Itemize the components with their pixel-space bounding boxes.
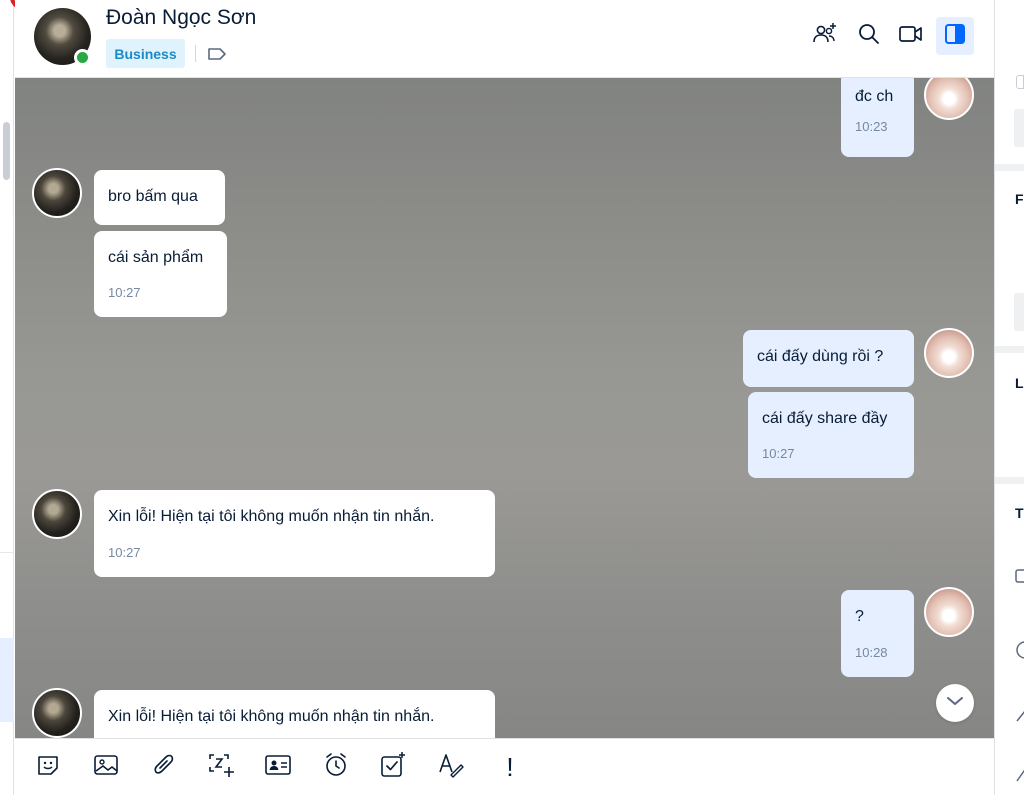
message-text: ?	[855, 608, 864, 625]
video-call-button[interactable]	[892, 17, 930, 55]
panel-item-icon[interactable]	[1015, 568, 1024, 589]
panel-item-icon[interactable]	[1015, 765, 1024, 790]
message-text: Xin lỗi! Hiện tại tôi không muốn nhận ti…	[108, 708, 435, 725]
panel-divider	[995, 477, 1024, 484]
panel-icon-placeholder[interactable]	[1016, 75, 1024, 89]
panel-button[interactable]	[1014, 109, 1024, 147]
message-list[interactable]: đc ch 10:23 bro bấm qua cái sản phẩm 10:…	[15, 78, 994, 738]
message-text: đc ch	[855, 88, 894, 105]
message-time: 10:27	[108, 285, 141, 300]
image-icon	[93, 752, 119, 783]
search-button[interactable]	[850, 17, 888, 55]
message-time: 10:27	[762, 446, 795, 461]
task-button[interactable]	[377, 751, 409, 783]
message-bubble-outgoing[interactable]: cái đấy dùng rồi ?	[743, 330, 914, 387]
contact-name[interactable]: Đoàn Ngọc Sơn	[106, 6, 256, 30]
message-bubble-incoming[interactable]: Xin lỗi! Hiện tại tôi không muốn nhận ti…	[94, 690, 495, 738]
text-format-icon	[437, 751, 465, 784]
add-to-group-button[interactable]	[806, 17, 844, 55]
contact-message-avatar[interactable]	[32, 168, 82, 218]
message-bubble-outgoing[interactable]: cái đấy share đầy 10:27	[748, 392, 914, 478]
message-text: cái đấy dùng rồi ?	[757, 348, 884, 365]
conversation-info-toggle-button[interactable]	[936, 17, 974, 55]
selected-conversation-highlight[interactable]	[0, 638, 14, 722]
text-format-button[interactable]	[435, 751, 467, 783]
contact-message-avatar[interactable]	[32, 489, 82, 539]
message-text: bro bấm qua	[108, 188, 198, 205]
my-avatar[interactable]	[924, 587, 974, 637]
panel-section-title: T	[1015, 505, 1024, 521]
scroll-to-bottom-button[interactable]	[936, 684, 974, 722]
add-to-group-icon	[812, 22, 838, 51]
attach-file-button[interactable]	[148, 751, 180, 783]
image-button[interactable]	[90, 751, 122, 783]
message-bubble-incoming[interactable]: bro bấm qua	[94, 170, 225, 225]
my-avatar[interactable]	[924, 78, 974, 120]
conversation-list-edge	[0, 0, 14, 795]
message-bubble-incoming[interactable]: Xin lỗi! Hiện tại tôi không muốn nhận ti…	[94, 490, 495, 577]
panel-button[interactable]	[1014, 293, 1024, 331]
chat-header: Đoàn Ngọc Sơn Business	[15, 0, 994, 78]
panel-divider	[995, 346, 1024, 353]
urgent-mark-icon: !	[506, 751, 514, 782]
contact-card-button[interactable]	[262, 751, 294, 783]
chevron-down-icon	[945, 694, 965, 712]
message-time: 10:27	[108, 545, 141, 560]
panel-divider	[995, 164, 1024, 171]
screenshot-icon	[207, 751, 235, 784]
message-bubble-outgoing[interactable]: ? 10:28	[841, 590, 914, 677]
reminder-button[interactable]	[320, 751, 352, 783]
business-tag[interactable]: Business	[106, 39, 185, 68]
online-status-dot	[74, 49, 91, 66]
attach-file-icon	[151, 752, 177, 783]
sticker-icon	[35, 752, 61, 783]
message-time: 10:28	[855, 645, 888, 660]
conversation-info-toggle-icon	[944, 23, 966, 50]
screenshot-button[interactable]	[205, 751, 237, 783]
panel-section-title: F	[1015, 191, 1024, 207]
list-divider	[0, 552, 14, 553]
message-text: cái đấy share đầy	[762, 410, 888, 427]
tag-divider	[195, 45, 196, 62]
panel-item-icon[interactable]	[1015, 640, 1024, 665]
panel-section-title: L	[1015, 375, 1024, 391]
task-icon	[379, 751, 407, 784]
panel-item-icon[interactable]	[1015, 705, 1024, 730]
message-text: cái sản phẩm	[108, 249, 204, 266]
my-avatar[interactable]	[924, 328, 974, 378]
label-tag-icon[interactable]	[206, 45, 228, 63]
message-bubble-outgoing[interactable]: đc ch 10:23	[841, 78, 914, 157]
message-bubble-incoming[interactable]: cái sản phẩm 10:27	[94, 231, 227, 317]
message-text: Xin lỗi! Hiện tại tôi không muốn nhận ti…	[108, 508, 435, 525]
message-time: 10:23	[855, 119, 888, 134]
reminder-icon	[322, 751, 350, 784]
contact-card-icon	[264, 753, 292, 782]
composer-toolbar: !	[15, 738, 994, 795]
contact-message-avatar[interactable]	[32, 688, 82, 738]
conversation-info-panel: F L T	[994, 0, 1024, 795]
video-call-icon	[898, 23, 924, 50]
urgent-mark-button[interactable]: !	[494, 751, 526, 783]
sticker-button[interactable]	[32, 751, 64, 783]
conversation-list-scrollbar[interactable]	[3, 122, 10, 180]
search-icon	[857, 22, 881, 51]
